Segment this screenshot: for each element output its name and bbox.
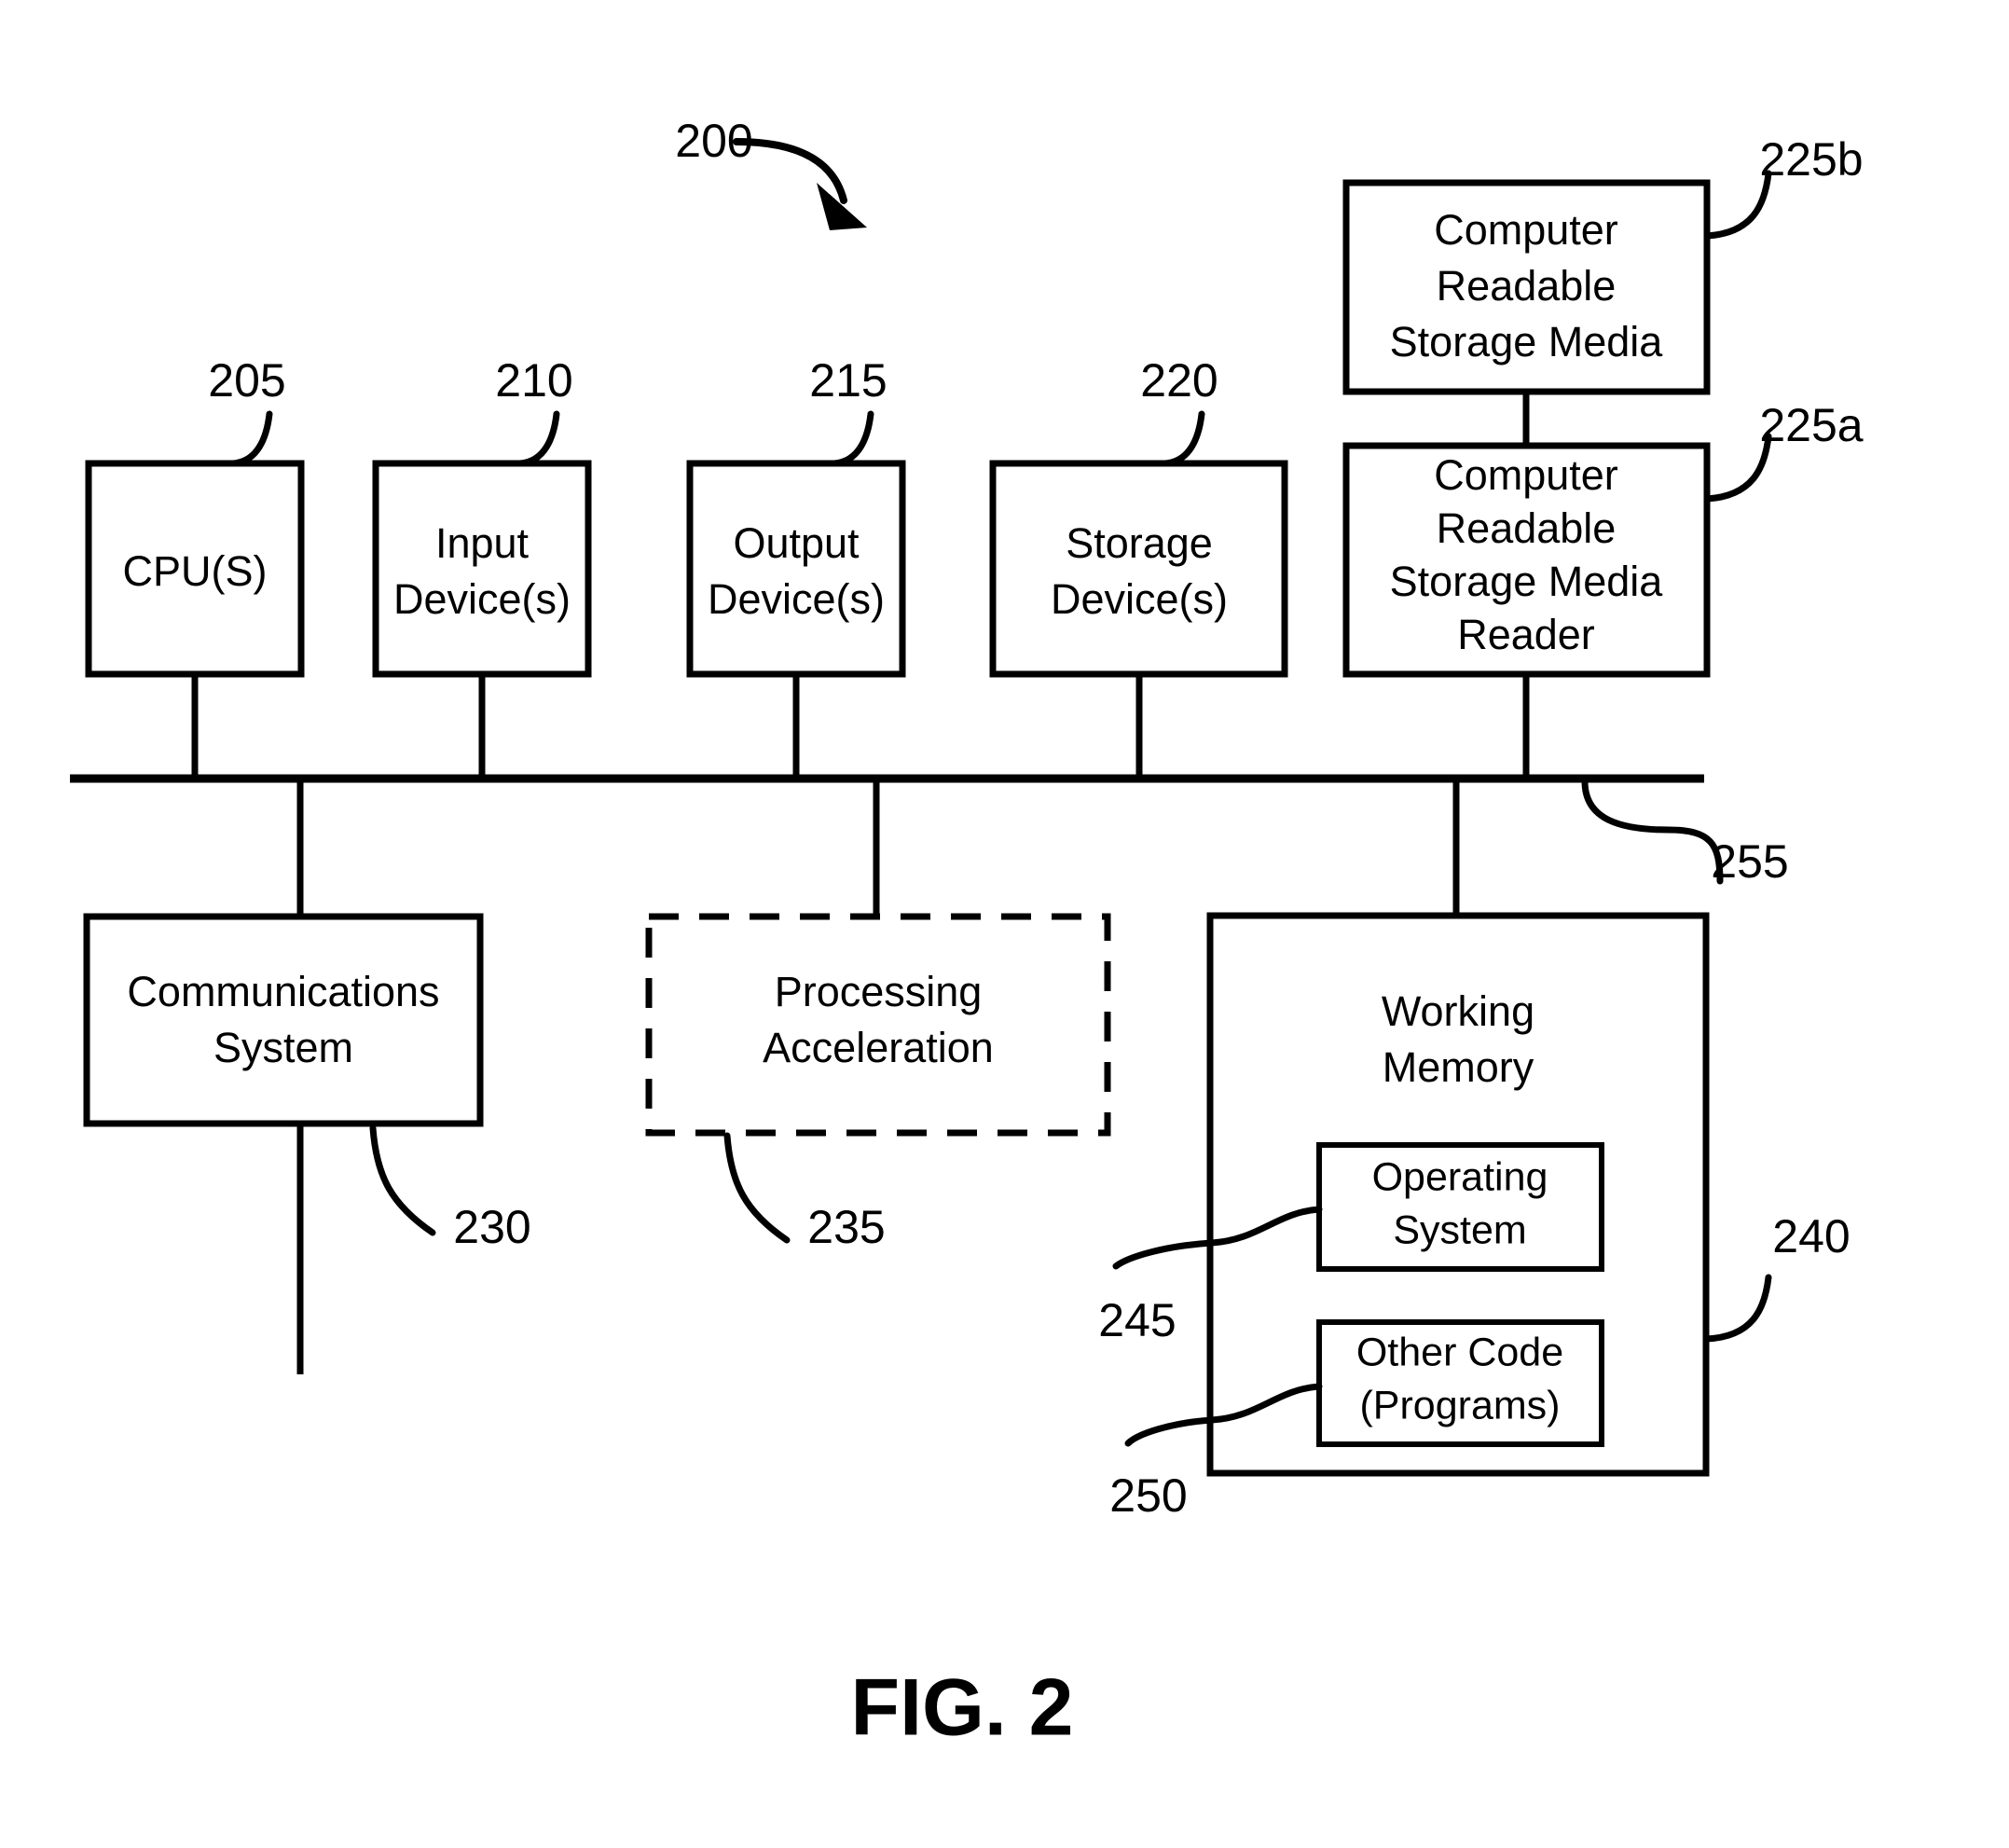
leader-205: [229, 410, 273, 467]
ref-label-210: 210: [495, 354, 572, 407]
box-storage-media-reader-label-line-1: Readable: [1437, 504, 1617, 552]
box-storage-media-reader-label-line-0: Computer: [1434, 451, 1618, 499]
box-storage-device: Storage Device(s): [989, 460, 1288, 678]
leader-250: [1124, 1383, 1323, 1447]
box-communications-system-label-line-1: System: [213, 1024, 353, 1071]
box-input-device: Input Device(s): [372, 460, 592, 678]
box-processing-acceleration: Processing Acceleration: [645, 913, 1111, 1137]
ref-label-200: 200: [675, 115, 752, 167]
leader-230: [369, 1124, 436, 1236]
leader-210: [516, 410, 560, 467]
ref-label-225b: 225b: [1759, 133, 1863, 186]
ref-label-220: 220: [1140, 354, 1218, 407]
ref-label-215: 215: [809, 354, 887, 407]
leader-240: [1702, 1274, 1772, 1343]
ref-label-245: 245: [1098, 1294, 1176, 1346]
box-output-device-outline: [686, 460, 906, 678]
box-other-code: Other Code (Programs): [1316, 1319, 1604, 1447]
box-working-memory-label-line-1: Memory: [1383, 1043, 1534, 1091]
box-storage-media-label-line-1: Readable: [1437, 262, 1617, 310]
box-storage-media-label-line-2: Storage Media: [1390, 318, 1664, 365]
box-operating-system: Operating System: [1316, 1142, 1604, 1272]
box-communications-system-outline: [83, 913, 484, 1127]
box-storage-media: Computer Readable Storage Media: [1342, 179, 1711, 395]
ref-label-255: 255: [1711, 835, 1788, 888]
figure-caption: FIG. 2: [851, 1663, 1074, 1753]
leader-215: [831, 410, 874, 467]
box-storage-device-label-line-0: Storage: [1066, 519, 1213, 567]
leader-245: [1112, 1206, 1323, 1270]
ref-label-235: 235: [807, 1201, 885, 1253]
box-output-device-label-line-0: Output: [733, 519, 860, 567]
box-cpu: CPU(S): [85, 460, 305, 678]
box-storage-media-reader: Computer Readable Storage Media Reader: [1342, 442, 1711, 678]
ref-label-205: 205: [208, 354, 285, 407]
box-other-code-label-line-0: Other Code: [1356, 1330, 1563, 1374]
box-operating-system-label-line-1: System: [1393, 1207, 1526, 1252]
leader-220: [1162, 410, 1205, 467]
box-working-memory-label-line-0: Working: [1382, 987, 1534, 1035]
ref-label-240: 240: [1772, 1210, 1850, 1262]
leader-235: [723, 1132, 791, 1244]
box-communications-system-label-line-0: Communications: [127, 968, 439, 1015]
box-cpu-label-line-0: CPU(S): [123, 547, 268, 595]
box-other-code-label-line-1: (Programs): [1359, 1383, 1560, 1427]
box-storage-media-label-line-0: Computer: [1434, 206, 1618, 254]
diagram-canvas: 200 CPU(S) 205 Input Device(s) 210 Outpu…: [70, 115, 1864, 1753]
box-storage-media-reader-label-line-3: Reader: [1457, 611, 1595, 658]
box-input-device-label-line-1: Device(s): [393, 575, 571, 623]
patent-figure-2: 200 CPU(S) 205 Input Device(s) 210 Outpu…: [0, 0, 2009, 1848]
box-storage-device-outline: [989, 460, 1288, 678]
box-processing-acceleration-label-line-1: Acceleration: [763, 1024, 994, 1071]
box-communications-system: Communications System: [83, 913, 484, 1127]
box-operating-system-label-line-0: Operating: [1372, 1154, 1548, 1199]
leader-255: [1581, 778, 1724, 885]
box-input-device-label-line-0: Input: [435, 519, 530, 567]
system-pointer-group: [733, 138, 867, 230]
ref-label-225a: 225a: [1759, 399, 1863, 451]
box-storage-device-label-line-1: Device(s): [1051, 575, 1228, 623]
box-output-device-label-line-1: Device(s): [708, 575, 885, 623]
box-processing-acceleration-label-line-0: Processing: [775, 968, 983, 1015]
box-input-device-outline: [372, 460, 592, 678]
box-storage-media-reader-label-line-2: Storage Media: [1390, 558, 1664, 605]
box-output-device: Output Device(s): [686, 460, 906, 678]
ref-label-230: 230: [453, 1201, 530, 1253]
ref-label-250: 250: [1109, 1469, 1187, 1522]
